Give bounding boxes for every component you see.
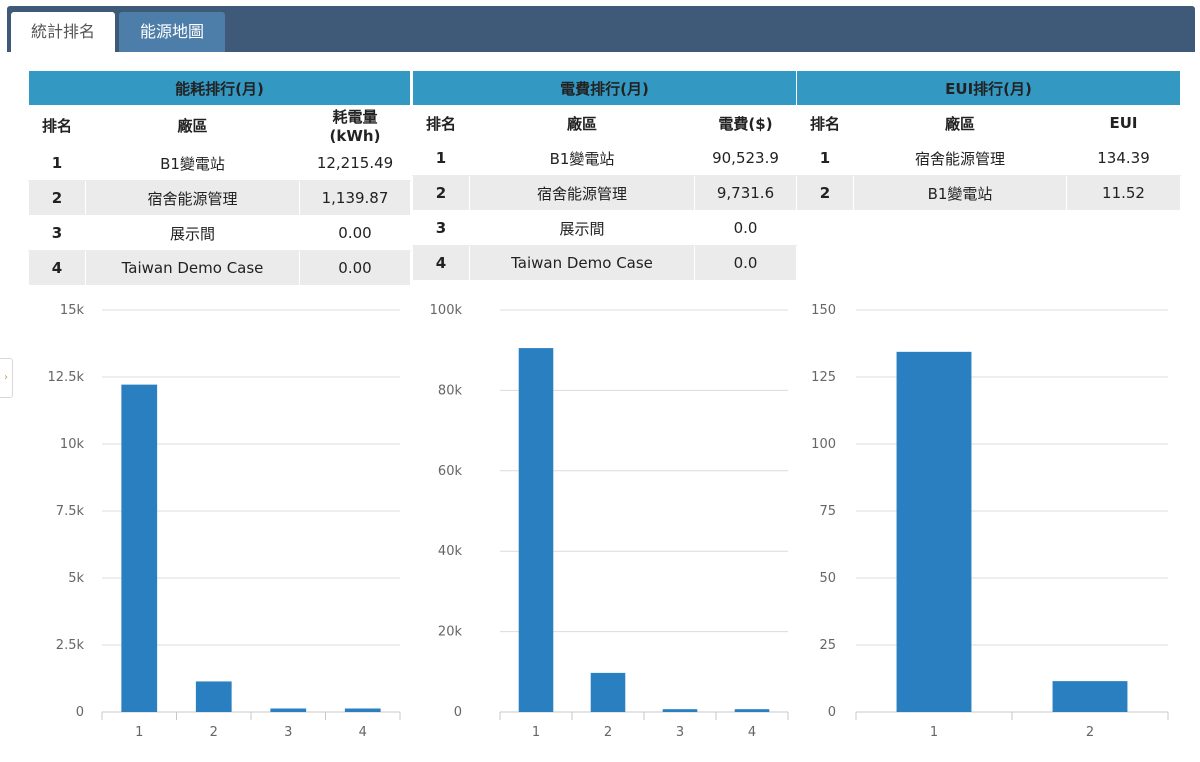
y-tick-label: 5k — [68, 571, 84, 586]
y-tick-label: 50 — [819, 571, 836, 586]
y-tick-label: 150 — [811, 303, 836, 318]
column-header-eui: EUI — [1065, 105, 1182, 141]
tab-energy-map[interactable]: 能源地圖 — [119, 12, 225, 52]
y-tick-label: 10k — [60, 437, 85, 452]
table-row: 3 展示間 0.00 — [28, 215, 411, 251]
table-row: 4 Taiwan Demo Case 0.0 — [412, 245, 797, 281]
y-tick-label: 80k — [438, 383, 463, 398]
y-tick-label: 0 — [76, 705, 84, 720]
y-tick-label: 125 — [811, 370, 836, 385]
column-header-fee: 電費($) — [694, 105, 797, 141]
x-tick-label: 3 — [676, 725, 684, 740]
tab-statistics-ranking[interactable]: 統計排名 — [11, 12, 115, 52]
y-tick-label: 100 — [811, 437, 836, 452]
fee-bar-chart: 0 20k 40k 60k 80k 100k 1 2 3 4 — [430, 303, 789, 740]
y-tick-label: 7.5k — [56, 504, 85, 519]
x-tick-label: 2 — [604, 725, 612, 740]
column-header-rank: 排名 — [28, 105, 86, 146]
x-tick-label: 4 — [359, 725, 367, 740]
side-panel-toggle[interactable]: › — [0, 358, 13, 398]
y-tick-label: 12.5k — [48, 370, 85, 385]
column-header-site: 廠區 — [85, 105, 300, 146]
table-row: 2 宿舍能源管理 9,731.6 — [412, 175, 797, 211]
column-header-rank: 排名 — [796, 105, 854, 141]
fee-ranking-title: 電費排行(月) — [412, 70, 797, 106]
table-row: 2 宿舍能源管理 1,139.87 — [28, 180, 411, 216]
x-tick-label: 2 — [210, 725, 218, 740]
x-tick-label: 3 — [284, 725, 292, 740]
eui-ranking-title: EUI排行(月) — [795, 70, 1182, 106]
chevron-right-icon: › — [4, 372, 8, 383]
table-row: 2 B1變電站 11.52 — [796, 175, 1182, 211]
bar[interactable] — [344, 708, 381, 712]
energy-ranking-title: 能耗排行(月) — [28, 70, 411, 106]
column-header-site: 廠區 — [853, 105, 1067, 141]
column-header-site: 廠區 — [469, 105, 695, 141]
x-tick-label: 1 — [135, 725, 143, 740]
bar[interactable] — [121, 384, 158, 712]
bar[interactable] — [734, 709, 770, 712]
bar[interactable] — [1052, 681, 1128, 712]
column-header-consumption: 耗電量 (kWh) — [299, 105, 411, 146]
table-row: 4 Taiwan Demo Case 0.00 — [28, 250, 411, 286]
y-tick-label: 40k — [438, 544, 463, 559]
table-row: 1 B1變電站 12,215.49 — [28, 145, 411, 181]
y-tick-label: 25 — [819, 638, 836, 653]
y-tick-label: 60k — [438, 464, 463, 479]
y-tick-label: 100k — [430, 303, 463, 318]
eui-bar-chart: 0 25 50 75 100 125 150 1 2 — [811, 303, 1169, 740]
energy-ranking-table: 能耗排行(月) 排名 廠區 耗電量 (kWh) 1 B1變電站 12,215.49 2… — [28, 70, 411, 286]
y-tick-label: 20k — [438, 625, 463, 640]
x-tick-label: 1 — [930, 725, 938, 740]
energy-bar-chart: 0 2.5k 5k 7.5k 10k 12.5k 15k 1 2 3 4 — [48, 303, 401, 740]
bar[interactable] — [590, 672, 626, 712]
bar[interactable] — [662, 709, 698, 712]
y-tick-label: 2.5k — [56, 638, 85, 653]
eui-ranking-table: EUI排行(月) 排名 廠區 EUI 1 宿舍能源管理 134.39 2 B1變電站 1… — [795, 70, 1182, 211]
tab-bar: 統計排名 能源地圖 — [7, 6, 1195, 52]
y-tick-label: 15k — [60, 303, 85, 318]
bar[interactable] — [195, 681, 232, 712]
energy-ranking-panel: 能耗排行(月) 排名 廠區 耗電量 (kWh) 1 B1變電站 12,215.49 2… — [28, 70, 411, 762]
x-tick-label: 2 — [1086, 725, 1094, 740]
bar[interactable] — [270, 708, 307, 712]
eui-ranking-panel: EUI排行(月) 排名 廠區 EUI 1 宿舍能源管理 134.39 2 B1變電站 1… — [795, 70, 1182, 762]
y-tick-label: 75 — [819, 504, 836, 519]
y-tick-label: 0 — [454, 705, 462, 720]
table-row: 1 宿舍能源管理 134.39 — [796, 140, 1182, 176]
fee-ranking-panel: 電費排行(月) 排名 廠區 電費($) 1 B1變電站 90,523.9 2 宿舍能源… — [412, 70, 797, 762]
x-tick-label: 1 — [532, 725, 540, 740]
fee-ranking-table: 電費排行(月) 排名 廠區 電費($) 1 B1變電站 90,523.9 2 宿舍能源… — [412, 70, 797, 281]
bar[interactable] — [896, 351, 972, 712]
column-header-rank: 排名 — [412, 105, 470, 141]
x-tick-label: 4 — [748, 725, 756, 740]
table-row: 3 展示間 0.0 — [412, 210, 797, 246]
bar[interactable] — [518, 348, 554, 712]
y-tick-label: 0 — [828, 705, 836, 720]
table-row: 1 B1變電站 90,523.9 — [412, 140, 797, 176]
